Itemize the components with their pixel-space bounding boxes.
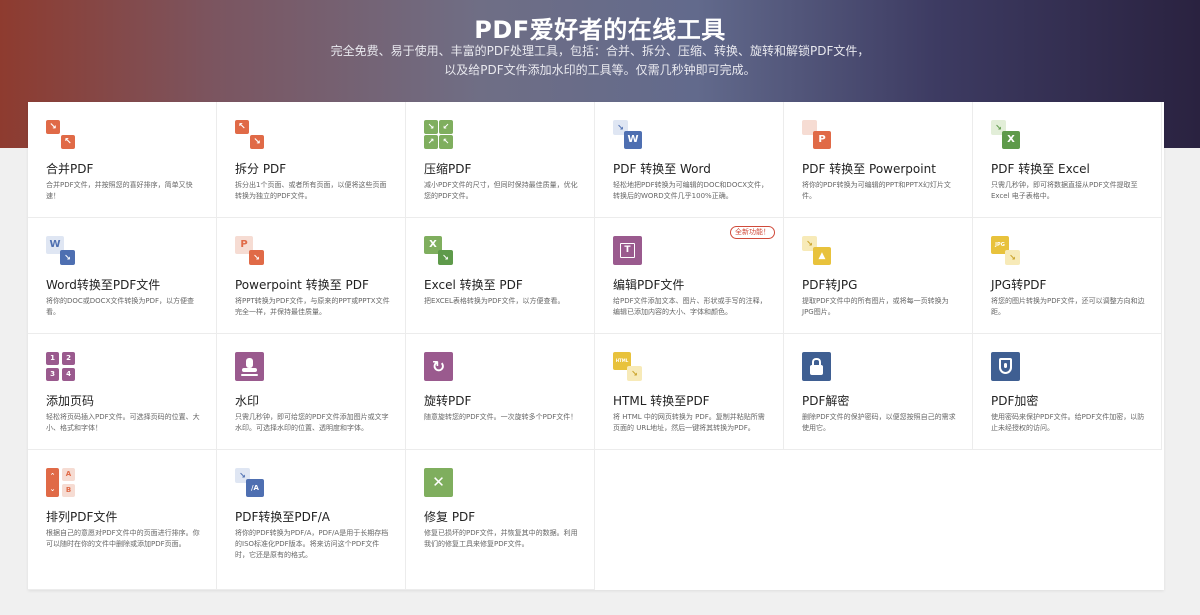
compress-icon: ↘ ↙ ↗ ↖ (424, 120, 453, 149)
tool-title: PDF 转换至 Word (613, 162, 711, 176)
organize-icon: ⌃ ⌄ A B (46, 468, 75, 497)
tool-title: PDF 转换至 Powerpoint (802, 162, 936, 176)
pdf-to-jpg-icon: ↘ ▲ (802, 236, 831, 265)
tool-title: PDF 转换至 Excel (991, 162, 1090, 176)
unlock-icon (802, 352, 831, 381)
tool-title: 拆分 PDF (235, 162, 287, 176)
rotate-icon: ↻ (424, 352, 453, 381)
tool-title: PDF解密 (802, 394, 850, 408)
pdf-to-excel-icon: ↘ X (991, 120, 1020, 149)
tool-card-repair[interactable]: ✕ 修复 PDF 修复已损坏的PDF文件，并恢复其中的数据。利用我们的修复工具来… (406, 450, 595, 590)
tool-description: 修复已损坏的PDF文件，并恢复其中的数据。利用我们的修复工具来修复PDF文件。 (424, 529, 578, 548)
tool-card-pdf-to-excel[interactable]: ↘ X PDF 转换至 Excel 只需几秒钟，即可将数据直接从PDF文件提取至… (973, 102, 1162, 218)
tool-description: 将你的PDF转换为PDF/A，PDF/A是用于长期存档的ISO标准化PDF版本。… (235, 529, 389, 559)
tool-title: 水印 (235, 394, 260, 408)
tool-description: 删除PDF文件的保护密码，以便您按照自己的需求使用它。 (802, 413, 956, 432)
tool-title: PDF转换至PDF/A (235, 510, 331, 524)
tool-title: 编辑PDF文件 (613, 278, 685, 292)
pdfa-icon: ↘ /A (235, 468, 264, 497)
tool-description: 只需几秒钟，即可给您的PDF文件添加图片或文字水印。可选择水印的位置、透明度和字… (235, 413, 389, 432)
tools-grid: ↘ ↖ 合并PDF 合并PDF文件，并按照您的喜好排序，简单又快速！ ↖ ↘ 拆… (28, 102, 1164, 590)
tool-card-pdf-to-word[interactable]: ↘ W PDF 转换至 Word 轻松地把PDF转换为可编辑的DOC和DOCX文… (595, 102, 784, 218)
tool-title: PDF转JPG (802, 278, 858, 292)
tool-title: 压缩PDF (424, 162, 472, 176)
protect-icon (991, 352, 1020, 381)
tool-title: 合并PDF (46, 162, 94, 176)
tool-card-powerpoint-to-pdf[interactable]: P ↘ Powerpoint 转换至 PDF 将PPT转换为PDF文件，与原来的… (217, 218, 406, 334)
tool-description: 将您的图片转换为PDF文件，还可以调整方向和边距。 (991, 297, 1145, 316)
watermark-icon (235, 352, 264, 381)
tool-card-pdf-to-jpg[interactable]: ↘ ▲ PDF转JPG 提取PDF文件中的所有图片，或将每一页转换为JPG图片。 (784, 218, 973, 334)
tool-card-organize[interactable]: ⌃ ⌄ A B 排列PDF文件 根据自己的意愿对PDF文件中的页面进行排序。你可… (28, 450, 217, 590)
tool-description: 将你的PDF转换为可编辑的PPT和PPTX幻灯片文件。 (802, 181, 951, 200)
tool-card-jpg-to-pdf[interactable]: JPG ↘ JPG转PDF 将您的图片转换为PDF文件，还可以调整方向和边距。 (973, 218, 1162, 334)
tool-card-rotate[interactable]: ↻ 旋转PDF 随意旋转您的PDF文件。一次旋转多个PDF文件！ (406, 334, 595, 450)
tool-title: Word转换至PDF文件 (46, 278, 161, 292)
tool-card-word-to-pdf[interactable]: W ↘ Word转换至PDF文件 将你的DOC或DOCX文件转换为PDF，以方便… (28, 218, 217, 334)
tool-card-pdf-to-powerpoint[interactable]: P PDF 转换至 Powerpoint 将你的PDF转换为可编辑的PPT和PP… (784, 102, 973, 218)
tool-description: 将PPT转换为PDF文件，与原来的PPT或PPTX文件完全一样，并保持最佳质量。 (235, 297, 390, 316)
pdf-to-ppt-icon: P (802, 120, 831, 149)
tool-card-watermark[interactable]: 水印 只需几秒钟，即可给您的PDF文件添加图片或文字水印。可选择水印的位置、透明… (217, 334, 406, 450)
tool-title: 排列PDF文件 (46, 510, 118, 524)
tool-title: HTML 转换至PDF (613, 394, 710, 408)
tool-description: 拆分出1个页面、或者所有页面，以便将这些页面转换为独立的PDF文件。 (235, 181, 387, 200)
html-to-pdf-icon: HTML ↘ (613, 352, 642, 381)
tool-description: 根据自己的意愿对PDF文件中的页面进行排序。你可以随时在你的文件中删除或添加PD… (46, 529, 200, 548)
new-feature-badge: 全新功能！ (730, 226, 775, 239)
tool-description: 把EXCEL表格转换为PDF文件，以方便查看。 (424, 297, 565, 305)
repair-icon: ✕ (424, 468, 453, 497)
tool-description: 将你的DOC或DOCX文件转换为PDF，以方便查看。 (46, 297, 195, 316)
split-icon: ↖ ↘ (235, 120, 264, 149)
tool-card-split[interactable]: ↖ ↘ 拆分 PDF 拆分出1个页面、或者所有页面，以便将这些页面转换为独立的P… (217, 102, 406, 218)
tool-title: 修复 PDF (424, 510, 476, 524)
pdf-to-word-icon: ↘ W (613, 120, 642, 149)
tool-title: 旋转PDF (424, 394, 472, 408)
merge-icon: ↘ ↖ (46, 120, 75, 149)
tool-description: 轻松将页码插入PDF文件。可选择页码的位置、大小、格式和字体！ (46, 413, 200, 432)
tool-description: 只需几秒钟，即可将数据直接从PDF文件提取至Excel 电子表格中。 (991, 181, 1138, 200)
tool-title: JPG转PDF (991, 278, 1047, 292)
tool-card-unlock[interactable]: PDF解密 删除PDF文件的保护密码，以便您按照自己的需求使用它。 (784, 334, 973, 450)
tool-description: 合并PDF文件，并按照您的喜好排序，简单又快速！ (46, 181, 193, 200)
tool-title: Excel 转换至 PDF (424, 278, 523, 292)
tool-card-excel-to-pdf[interactable]: X ↘ Excel 转换至 PDF 把EXCEL表格转换为PDF文件，以方便查看… (406, 218, 595, 334)
tool-description: 轻松地把PDF转换为可编辑的DOC和DOCX文件，转换后的WORD文件几乎100… (613, 181, 769, 200)
tool-title: Powerpoint 转换至 PDF (235, 278, 369, 292)
page-title: PDF爱好者的在线工具 (474, 16, 726, 44)
tool-description: 使用密码来保护PDF文件。给PDF文件加密，以防止未经授权的访问。 (991, 413, 1145, 432)
edit-pdf-icon: T (613, 236, 642, 265)
tool-card-pdf-to-pdfa[interactable]: ↘ /A PDF转换至PDF/A 将你的PDF转换为PDF/A，PDF/A是用于… (217, 450, 406, 590)
jpg-to-pdf-icon: JPG ↘ (991, 236, 1020, 265)
word-to-pdf-icon: W ↘ (46, 236, 75, 265)
tool-description: 给PDF文件添加文本、图片、形状或手写的注释，编辑已添加内容的大小、字体和颜色。 (613, 297, 767, 316)
tool-card-protect[interactable]: PDF加密 使用密码来保护PDF文件。给PDF文件加密，以防止未经授权的访问。 (973, 334, 1162, 450)
tool-title: 添加页码 (46, 394, 95, 408)
tool-card-page-numbers[interactable]: 1 2 3 4 添加页码 轻松将页码插入PDF文件。可选择页码的位置、大小、格式… (28, 334, 217, 450)
tool-description: 将 HTML 中的网页转换为 PDF。复制并粘贴所需页面的 URL地址，然后一键… (613, 413, 765, 432)
tool-card-compress[interactable]: ↘ ↙ ↗ ↖ 压缩PDF 减小PDF文件的尺寸，但同时保持最佳质量，优化您的P… (406, 102, 595, 218)
page-numbers-icon: 1 2 3 4 (46, 352, 75, 381)
ppt-to-pdf-icon: P ↘ (235, 236, 264, 265)
tool-title: PDF加密 (991, 394, 1039, 408)
page-subtitle: 完全免费、易于使用、丰富的PDF处理工具，包括：合并、拆分、压缩、转换、旋转和解… (330, 44, 870, 77)
tool-description: 随意旋转您的PDF文件。一次旋转多个PDF文件！ (424, 413, 578, 421)
excel-to-pdf-icon: X ↘ (424, 236, 453, 265)
tool-description: 减小PDF文件的尺寸，但同时保持最佳质量，优化您的PDF文件。 (424, 181, 578, 200)
tool-card-html-to-pdf[interactable]: HTML ↘ HTML 转换至PDF 将 HTML 中的网页转换为 PDF。复制… (595, 334, 784, 450)
tool-card-merge[interactable]: ↘ ↖ 合并PDF 合并PDF文件，并按照您的喜好排序，简单又快速！ (28, 102, 217, 218)
tool-description: 提取PDF文件中的所有图片，或将每一页转换为JPG图片。 (802, 297, 949, 316)
tool-card-edit-pdf[interactable]: 全新功能！ T 编辑PDF文件 给PDF文件添加文本、图片、形状或手写的注释，编… (595, 218, 784, 334)
